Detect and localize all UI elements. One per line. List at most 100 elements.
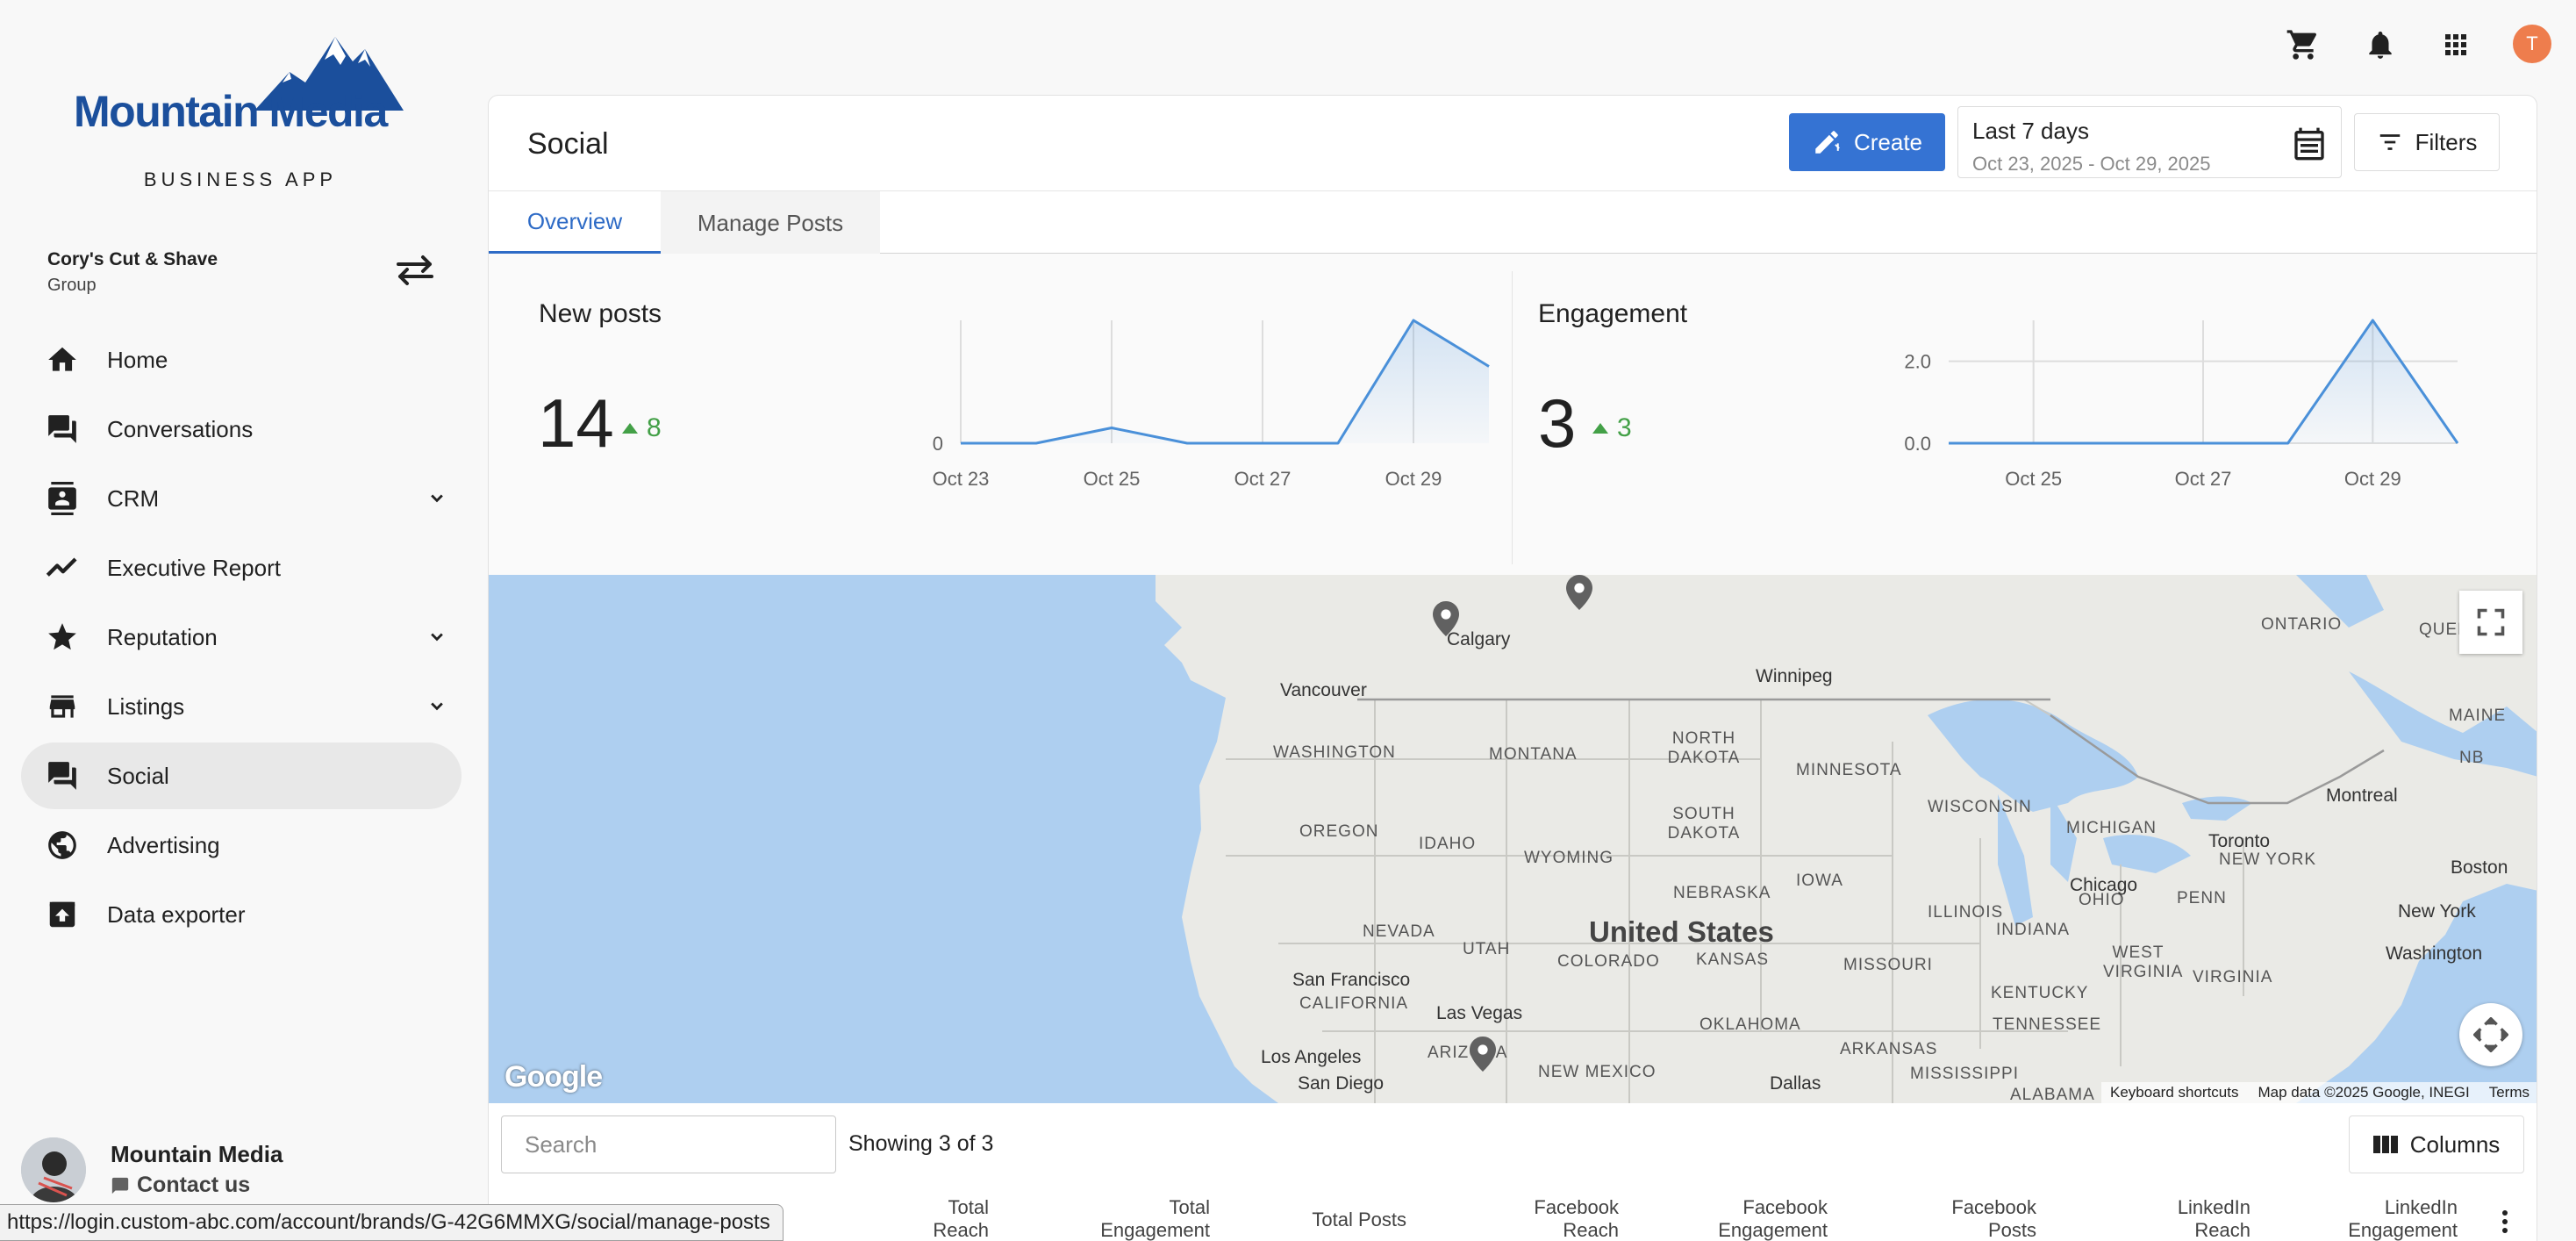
sidebar-item-label: Conversations [107, 415, 254, 442]
fullscreen-icon [2477, 608, 2505, 636]
map-region-label: ONTARIO [2261, 615, 2343, 634]
column-header-total-reach[interactable]: Total Reach [933, 1196, 989, 1241]
map-city-label: San Francisco [1292, 970, 1411, 990]
column-header-line: Reach [1563, 1219, 1619, 1241]
arrow-up-icon [1592, 423, 1608, 434]
column-header-line: Facebook [1951, 1196, 2036, 1218]
column-header-line: Reach [2194, 1219, 2250, 1241]
sidebar-item-crm[interactable]: CRM [21, 465, 462, 532]
account-selector[interactable]: Cory's Cut & Shave Group [47, 249, 218, 296]
chart-x-tick-label: Oct 29 [1385, 468, 1442, 490]
sidebar-item-label: Listings [107, 692, 185, 720]
sidebar-item-social[interactable]: Social [21, 742, 462, 809]
chart-x-tick-label: Oct 29 [2344, 468, 2401, 490]
map-city-label: Toronto [2208, 831, 2271, 851]
map-region-label: NEVADA [1363, 922, 1435, 941]
column-header-line: Reach [933, 1219, 989, 1241]
calendar-icon[interactable] [2292, 126, 2327, 161]
map-country-label: United States [1589, 915, 1774, 948]
column-header-total-engagement[interactable]: Total Engagement [1100, 1196, 1210, 1241]
column-header-facebook-reach[interactable]: Facebook Reach [1534, 1196, 1619, 1241]
map-camera-control[interactable] [2459, 1003, 2522, 1066]
tab-bar: Overview Manage Posts [489, 190, 2537, 255]
app-subtitle: BUSINESS APP [143, 169, 338, 190]
column-header-facebook-posts[interactable]: Facebook Posts [1951, 1196, 2036, 1241]
column-header-linkedin-engagement[interactable]: LinkedIn Engagement [2348, 1196, 2458, 1241]
sidebar-item-home[interactable]: Home [21, 326, 462, 393]
google-logo: Google [504, 1060, 603, 1094]
column-header-facebook-engagement[interactable]: Facebook Engagement [1718, 1196, 1828, 1241]
map-region-label: MINNESOTA [1796, 761, 1902, 779]
columns-button[interactable]: Columns [2349, 1115, 2524, 1173]
column-header-linkedin-reach[interactable]: LinkedIn Reach [2178, 1196, 2250, 1241]
map-region-label: ALABAMA [2010, 1086, 2095, 1103]
contact-us-link[interactable]: Contact us [111, 1173, 250, 1198]
filters-button[interactable]: Filters [2354, 113, 2500, 171]
engagement-title: Engagement [1538, 299, 1688, 328]
engagement-chart: Oct 25 Oct 27 Oct 29 2.0 0.0 [1904, 319, 2459, 490]
map-region-label: NEBRASKA [1673, 884, 1771, 902]
cart-icon[interactable] [2283, 25, 2323, 65]
map-pin-icon[interactable] [1470, 1037, 1496, 1072]
map-city-label: Montreal [2326, 785, 2398, 806]
column-header-line: Facebook [1534, 1196, 1619, 1218]
map-region-label: IOWA [1796, 872, 1843, 890]
new-posts-title: New posts [539, 299, 662, 328]
column-header-total-posts[interactable]: Total Posts [1312, 1209, 1406, 1231]
search-input[interactable]: Search [501, 1115, 836, 1173]
sidebar-item-advertising[interactable]: Advertising [21, 812, 462, 879]
page-title: Social [527, 127, 609, 161]
chevron-down-icon[interactable] [425, 694, 449, 719]
sidebar-item-conversations[interactable]: Conversations [21, 396, 462, 463]
column-header-line: Total Posts [1312, 1209, 1406, 1230]
map-city-label: Vancouver [1280, 680, 1367, 700]
arrow-up-icon [622, 423, 638, 434]
bell-icon[interactable] [2360, 25, 2401, 65]
column-header-line: Engagement [1718, 1219, 1828, 1241]
sidebar-item-data-exporter[interactable]: Data exporter [21, 881, 462, 948]
columns-button-label: Columns [2409, 1130, 2501, 1158]
map-pin-icon[interactable] [1566, 575, 1592, 610]
map-region-label: MONTANA [1489, 745, 1578, 764]
date-range-picker[interactable]: Last 7 days Oct 23, 2025 - Oct 29, 2025 [1957, 106, 2342, 178]
locations-map[interactable]: ONTARIO QUEBEC WASHINGTON MONTANA NORTH … [489, 575, 2537, 1103]
brand-logo[interactable]: Mountain Media [74, 30, 407, 136]
map-city-label: Los Angeles [1261, 1047, 1362, 1067]
engagement-delta: 3 [1592, 413, 1632, 443]
new-posts-value: 14 [538, 384, 614, 462]
map-region-label: PENN [2177, 889, 2227, 907]
tab-manage-posts[interactable]: Manage Posts [661, 191, 880, 255]
map-pin-icon[interactable] [1433, 601, 1459, 636]
column-header-line: Total [948, 1196, 989, 1218]
map-region-label: MISSISSIPPI [1910, 1065, 2019, 1083]
map-region-label: WASHINGTON [1273, 743, 1396, 762]
chevron-down-icon[interactable] [425, 486, 449, 511]
keyboard-shortcuts-link[interactable]: Keyboard shortcuts [2110, 1084, 2238, 1101]
map-region-label: WEST VIRGINIA [2103, 943, 2184, 981]
swap-icon[interactable] [395, 253, 435, 288]
stats-divider [1512, 271, 1513, 564]
apps-grid-icon[interactable] [2436, 25, 2476, 65]
sidebar-item-listings[interactable]: Listings [21, 673, 462, 740]
map-region-label: COLORADO [1557, 952, 1660, 971]
fullscreen-button[interactable] [2459, 591, 2522, 654]
sidebar-item-executive-report[interactable]: Executive Report [21, 534, 462, 601]
new-posts-chart: Oct 23 Oct 25 Oct 27 Oct 29 0 [933, 319, 1490, 490]
map-city-label: Washington [2386, 943, 2483, 964]
sidebar-item-reputation[interactable]: Reputation [21, 604, 462, 671]
chevron-down-icon[interactable] [425, 625, 449, 649]
user-avatar[interactable]: T [2513, 25, 2551, 63]
more-vert-icon[interactable] [2496, 1209, 2514, 1235]
chart-area [961, 320, 1489, 443]
export-icon [44, 896, 81, 933]
map-region-label: VIRGINIA [2193, 968, 2273, 986]
user-block[interactable]: Mountain Media Contact us [21, 1137, 460, 1208]
trend-icon [44, 549, 81, 586]
terms-link[interactable]: Terms [2489, 1084, 2529, 1101]
create-button[interactable]: Create [1789, 113, 1945, 171]
map-region-label: TENNESSEE [1993, 1015, 2102, 1034]
map-attribution: Keyboard shortcuts Map data ©2025 Google… [2101, 1082, 2537, 1103]
tab-overview[interactable]: Overview [489, 191, 661, 255]
star-icon [44, 619, 81, 656]
map-region-label: MISSOURI [1843, 956, 1933, 974]
